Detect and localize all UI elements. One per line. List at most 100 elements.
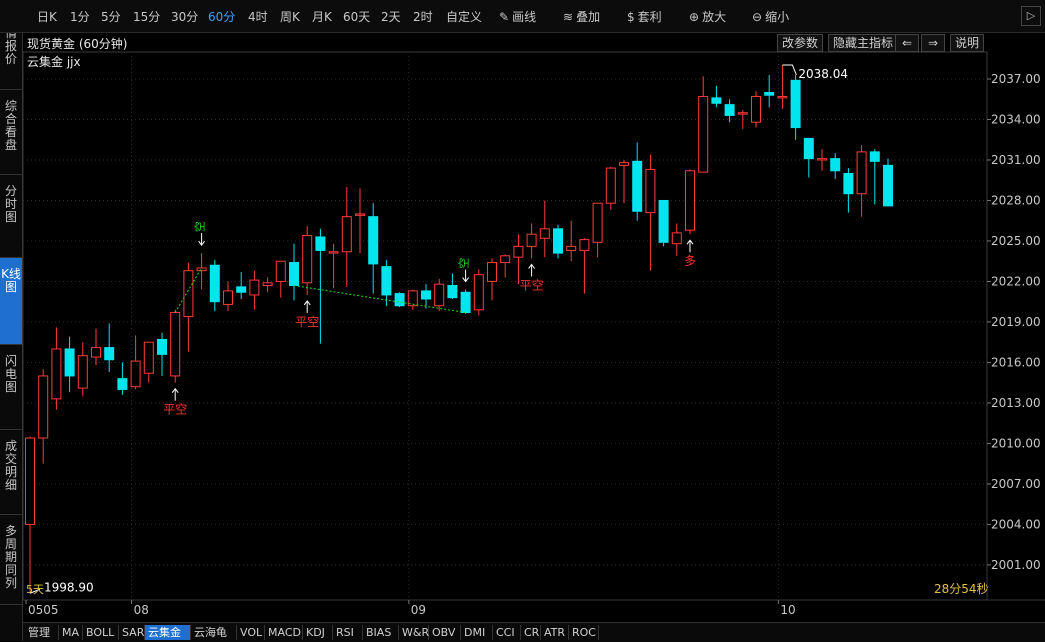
candle-body <box>553 228 563 254</box>
candle-body <box>487 262 497 282</box>
candle-body <box>77 355 88 389</box>
candle-body <box>143 341 154 374</box>
range-label: 5天 <box>26 583 44 596</box>
candle-body <box>711 97 722 104</box>
plot-frame <box>22 51 988 601</box>
x-tick-label: 08 <box>134 603 149 617</box>
indicator-tab[interactable]: ROC <box>569 625 599 640</box>
candle-body <box>513 245 524 258</box>
indicator-tab[interactable]: ATR <box>541 625 569 640</box>
candle-body <box>368 216 379 265</box>
candle-body <box>236 286 247 293</box>
indicator-tab[interactable]: MA <box>59 625 83 640</box>
candle-body <box>394 293 405 307</box>
candle-body <box>223 290 233 305</box>
candle-body <box>830 158 841 172</box>
candle-body <box>157 338 167 355</box>
candle-body <box>500 255 511 264</box>
candle-body <box>526 233 537 247</box>
candle-body <box>328 251 339 254</box>
candle-body <box>170 312 181 377</box>
candle-body <box>777 96 788 99</box>
indicator-tab[interactable]: RSI <box>333 625 363 640</box>
y-tick-label: 2028.00 <box>991 193 1041 207</box>
candle-body <box>91 347 101 358</box>
candle-body <box>355 213 365 216</box>
indicator-tab[interactable]: MACD <box>265 625 303 640</box>
y-tick-label: 2004.00 <box>991 517 1041 531</box>
indicator-tab[interactable]: SAR <box>119 625 145 640</box>
candle-body <box>803 137 814 160</box>
candle-body <box>619 162 629 166</box>
signal-label: 平空 <box>163 403 187 417</box>
candle-body <box>421 290 431 300</box>
max-price-label: 2038.04 <box>798 67 848 81</box>
max-pointer <box>782 64 797 76</box>
candle-body <box>685 170 695 231</box>
indicator-tab[interactable]: 云海龟 <box>191 625 237 640</box>
indicator-tab-bar: 管理 MA BOLL SAR 云集金 云海龟 VOL MACD KDJ RSI BIAS W&R OBV… <box>23 622 1045 642</box>
y-tick-label: 2007.00 <box>991 477 1041 491</box>
indicator-tab[interactable]: 管理 <box>25 625 59 640</box>
y-tick-label: 2001.00 <box>991 558 1041 572</box>
candle-body <box>856 151 867 195</box>
x-tick-label: 0505 <box>28 603 59 617</box>
x-tick-label: 10 <box>780 603 795 617</box>
candle-body <box>341 216 352 253</box>
candle-body <box>209 264 220 303</box>
candle-body <box>632 160 643 212</box>
min-price-label: 1998.90 <box>44 580 94 594</box>
candle-body <box>447 285 458 299</box>
candle-body <box>645 168 656 214</box>
candle-body <box>38 375 49 439</box>
candle-body <box>566 245 577 251</box>
candle-body <box>275 260 286 282</box>
candle-body <box>434 283 445 307</box>
candle-body <box>117 378 128 390</box>
indicator-tab[interactable]: VOL <box>237 625 265 640</box>
x-tick-label: 09 <box>411 603 426 617</box>
signal-label: 平空 <box>520 279 544 293</box>
candle-body <box>592 202 603 243</box>
indicator-tab[interactable]: BOLL <box>83 625 119 640</box>
candle-body <box>473 274 484 311</box>
candle-body <box>51 348 62 400</box>
y-tick-label: 2031.00 <box>991 153 1041 167</box>
y-tick-label: 2037.00 <box>991 72 1041 86</box>
candle-body <box>196 267 207 272</box>
candlestick-chart[interactable]: 2037.00 2034.00 2031.00 2028.00 2025.00 2022.… <box>0 0 1045 641</box>
indicator-tab[interactable]: W&R <box>399 625 429 640</box>
candle-body <box>764 91 775 96</box>
indicator-tab[interactable]: BIAS <box>363 625 399 640</box>
candle-body <box>579 239 590 251</box>
candle-body <box>249 279 260 296</box>
candle-body <box>25 437 35 525</box>
y-tick-label: 2022.00 <box>991 274 1041 288</box>
candle-body <box>130 360 141 388</box>
candle-body <box>790 79 801 129</box>
candle-body <box>289 262 299 287</box>
indicator-tab[interactable]: CR <box>521 625 541 640</box>
y-tick-label: 2025.00 <box>991 234 1041 248</box>
countdown-label: 28分54秒 <box>934 582 989 596</box>
candle-body <box>843 172 854 195</box>
signal-label: 多 <box>684 254 696 268</box>
candle-body <box>104 347 115 361</box>
indicator-tab[interactable]: 云集金 <box>145 625 191 640</box>
candle-body <box>183 270 194 318</box>
candle-body <box>869 151 880 162</box>
indicator-tab[interactable]: DMI <box>461 625 493 640</box>
candle-body <box>302 235 313 284</box>
y-tick-label: 2016.00 <box>991 355 1041 369</box>
indicator-tab[interactable]: OBV <box>429 625 461 640</box>
candle-body <box>751 96 761 123</box>
candle-body <box>381 266 392 296</box>
indicator-tab[interactable]: CCI <box>493 625 521 640</box>
candle-body <box>539 228 550 239</box>
y-tick-label: 2034.00 <box>991 112 1041 126</box>
candle-body <box>671 232 682 245</box>
indicator-tab[interactable]: KDJ <box>303 625 333 640</box>
candle-body <box>883 164 893 207</box>
signal-label: 空 <box>193 221 207 232</box>
signal-label: 空 <box>457 258 471 269</box>
